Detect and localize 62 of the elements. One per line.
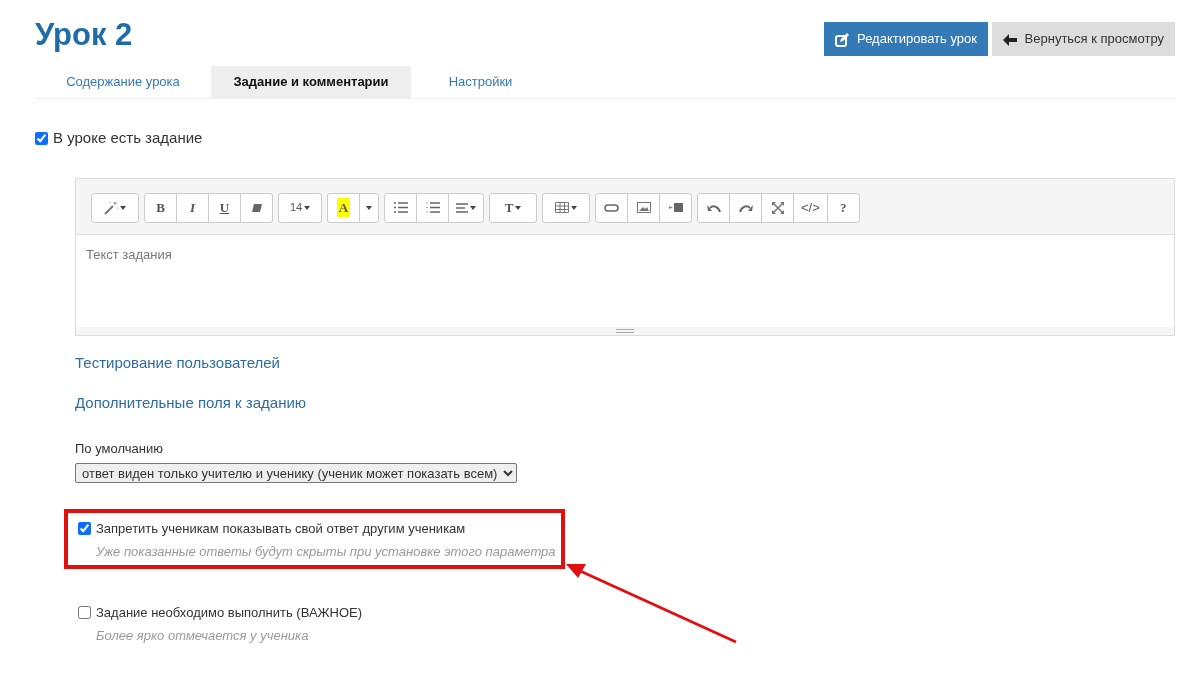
fullscreen-button[interactable] [761, 192, 794, 223]
color-dropdown-button[interactable] [359, 192, 379, 223]
checkbox[interactable] [78, 606, 91, 620]
redo-icon [738, 202, 753, 213]
hint-text: Более ярко отмечается у ученика [95, 626, 310, 645]
checkbox[interactable] [78, 522, 91, 536]
picture-icon [636, 202, 651, 213]
bullet-list-button[interactable] [384, 192, 417, 223]
visibility-select[interactable]: ответ виден только учителю и ученику (ученик может показать всем) [75, 463, 517, 483]
align-button[interactable] [448, 192, 484, 223]
link[interactable]: Тестирование пользователей [75, 351, 280, 374]
page-title: Урок 2 [35, 16, 133, 54]
text-color-button[interactable]: A [327, 192, 360, 223]
checkbox[interactable] [35, 131, 48, 145]
tab[interactable]: Содержание урока [35, 65, 211, 98]
bold-button[interactable]: B [144, 192, 177, 223]
checkbox-label: Задание необходимо выполнить (ВАЖНОЕ) [96, 604, 363, 622]
numbered-list-button[interactable] [416, 192, 449, 223]
resize-handle[interactable] [616, 328, 634, 333]
help-button[interactable]: ? [826, 192, 860, 223]
caret-icon [470, 205, 476, 210]
undo-icon [706, 202, 721, 213]
tab[interactable]: Задание и комментарии [211, 65, 411, 98]
fullscreen-icon [771, 201, 784, 214]
link[interactable]: Дополнительные поля к заданию [75, 392, 307, 415]
checkbox-label: В уроке есть задание [53, 128, 203, 148]
numbered-list-icon [425, 202, 440, 213]
video-icon [668, 203, 683, 212]
underline-button[interactable]: U [208, 192, 241, 223]
undo-button[interactable] [697, 192, 730, 223]
italic-button[interactable]: I [176, 192, 209, 223]
line-height-button[interactable]: T [489, 192, 537, 223]
bullet-list-icon [393, 202, 408, 213]
task-text-field[interactable]: Текст задания [76, 234, 1174, 327]
align-icon [456, 202, 468, 213]
edit-lesson-button[interactable]: Редактировать урок [824, 22, 988, 56]
tab[interactable]: Настройки [411, 65, 550, 98]
clear-format-button[interactable] [240, 192, 273, 223]
caret-icon [515, 205, 522, 210]
font-size-button[interactable]: 14 [278, 192, 322, 223]
field-label: По умолчанию [75, 439, 164, 458]
link-icon [604, 203, 619, 212]
picture-button[interactable] [627, 192, 660, 223]
link-button[interactable] [595, 192, 628, 223]
redo-button[interactable] [729, 192, 762, 223]
eraser-icon [250, 202, 263, 213]
checkbox-label: Запретить ученикам показывать свой ответ другим ученикам [96, 520, 466, 538]
edit-icon [835, 32, 850, 47]
style-button[interactable] [91, 192, 139, 223]
arrow-left-icon [1002, 33, 1017, 46]
back-button[interactable]: Вернуться к просмотру [991, 22, 1175, 56]
video-button[interactable] [659, 192, 692, 223]
table-button[interactable] [542, 192, 590, 223]
hint-text: Уже показанные ответы будут скрыты при установке этого параметра [95, 542, 556, 561]
table-icon [555, 202, 569, 213]
caret-icon [304, 205, 311, 210]
code-view-button[interactable]: </> [793, 192, 828, 223]
placeholder: Текст задания [86, 246, 172, 262]
caret-icon [571, 205, 577, 210]
caret-icon [366, 205, 372, 210]
caret-icon [120, 205, 126, 210]
magic-wand-icon [104, 200, 118, 215]
